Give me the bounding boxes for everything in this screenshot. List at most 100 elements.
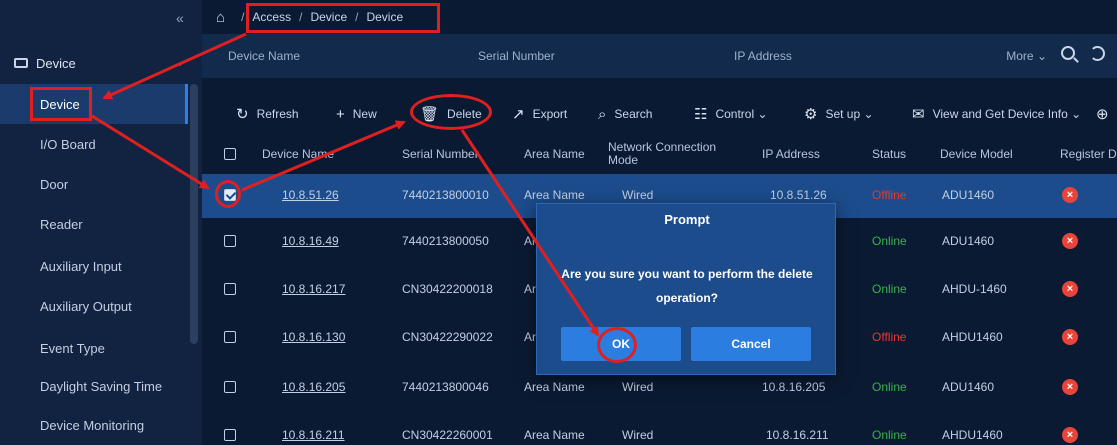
serial-number-cell: CN30422200018 — [402, 282, 493, 296]
status-badge: Online — [872, 428, 907, 442]
column-area-name[interactable]: Area Name — [524, 147, 585, 161]
device-name-filter[interactable]: Device Name — [228, 49, 300, 63]
connection-mode-cell: Wired — [622, 380, 654, 394]
status-badge: Online — [872, 234, 907, 248]
sidebar-group-device[interactable]: Device ⌄ — [0, 48, 202, 78]
row-checkbox[interactable] — [224, 235, 236, 247]
sidebar-item-event-type[interactable]: Event Type — [0, 328, 188, 368]
close-icon[interactable]: × — [1062, 281, 1078, 297]
collapse-sidebar-icon[interactable]: « — [176, 10, 184, 26]
serial-number-cell: 7440213800050 — [402, 234, 489, 248]
view-device-info-dropdown[interactable]: ✉ View and Get Device Info ⌄ — [912, 99, 1081, 129]
device-name-link[interactable]: 10.8.51.26 — [282, 188, 339, 202]
refresh-icon: ↻ — [236, 106, 249, 123]
column-register-device[interactable]: Register D — [1060, 147, 1117, 161]
area-name-cell: Area Name — [524, 380, 585, 394]
refresh-button[interactable]: ↻ Refresh — [236, 99, 299, 129]
device-model-cell: AHDU-1460 — [942, 282, 1007, 296]
area-name-cell: Area Name — [524, 428, 585, 442]
close-icon[interactable]: × — [1062, 233, 1078, 249]
table-row[interactable]: 10.8.16.211 CN30422260001 Area Name Wire… — [202, 414, 1117, 445]
serial-number-filter[interactable]: Serial Number — [478, 49, 555, 63]
column-serial-number[interactable]: Serial Number — [402, 147, 479, 161]
globe-button[interactable]: ⊕ — [1096, 99, 1117, 129]
export-label: Export — [532, 107, 568, 121]
row-checkbox[interactable] — [224, 381, 236, 393]
cancel-button[interactable]: Cancel — [691, 327, 811, 361]
device-name-link[interactable]: 10.8.16.130 — [282, 330, 345, 344]
export-icon: ↗ — [512, 106, 525, 123]
dialog-message: Are you sure you want to perform the del… — [561, 267, 813, 305]
sidebar-item-io-board[interactable]: I/O Board — [0, 124, 188, 164]
toolbar: ↻ Refresh + New 🗑 Delete ↗ Export ⌕ Sear… — [202, 94, 1117, 134]
close-icon[interactable]: × — [1062, 187, 1078, 203]
connection-mode-cell: Wired — [622, 428, 654, 442]
filter-bar: Device Name Serial Number IP Address Mor… — [202, 34, 1117, 78]
home-icon[interactable]: ⌂ — [216, 9, 225, 26]
sidebar-item-daylight-saving-time[interactable]: Daylight Saving Time — [0, 366, 188, 406]
area-name-cell: Ar — [524, 234, 536, 248]
device-icon — [14, 58, 28, 68]
device-model-cell: AHDU1460 — [942, 428, 1003, 442]
area-name-cell: Ar — [524, 282, 536, 296]
sidebar-item-auxiliary-input[interactable]: Auxiliary Input — [0, 246, 188, 286]
control-dropdown[interactable]: ☷ Control ⌄ — [694, 99, 768, 129]
serial-number-cell: 7440213800046 — [402, 380, 489, 394]
device-name-link[interactable]: 10.8.16.217 — [282, 282, 345, 296]
control-icon: ☷ — [694, 106, 708, 123]
device-name-link[interactable]: 10.8.16.49 — [282, 234, 339, 248]
search-icon[interactable] — [1061, 46, 1075, 60]
sidebar-scrollbar[interactable] — [190, 84, 198, 344]
sidebar-item-device-monitoring[interactable]: Device Monitoring — [0, 405, 188, 445]
ip-address-cell: 10.8.16.211 — [766, 428, 829, 442]
control-label: Control ⌄ — [715, 107, 768, 121]
serial-number-cell: CN30422260001 — [402, 428, 493, 442]
chevron-up-icon: ⌄ — [175, 57, 184, 69]
device-model-cell: ADU1460 — [942, 188, 995, 202]
close-icon[interactable]: × — [1062, 379, 1078, 395]
ip-address-filter[interactable]: IP Address — [734, 49, 792, 63]
new-label: New — [352, 107, 377, 121]
status-badge: Online — [872, 380, 907, 394]
row-checkbox[interactable] — [224, 429, 236, 441]
breadcrumb-separator: / — [241, 10, 245, 24]
row-checkbox[interactable] — [224, 331, 236, 343]
column-status[interactable]: Status — [872, 147, 906, 161]
new-button[interactable]: + New — [336, 99, 377, 129]
device-name-link[interactable]: 10.8.16.211 — [282, 428, 345, 442]
device-model-cell: AHDU1460 — [942, 330, 1003, 344]
area-name-cell: Ar — [524, 330, 536, 344]
device-name-link[interactable]: 10.8.16.205 — [282, 380, 345, 394]
search-label: Search — [614, 107, 653, 121]
export-button[interactable]: ↗ Export — [512, 99, 567, 129]
more-filters-button[interactable]: More ⌄ — [1006, 49, 1047, 63]
sidebar: « Device ⌄ Device I/O Board Door Reader … — [0, 0, 202, 445]
column-device-model[interactable]: Device Model — [940, 147, 1013, 161]
sidebar-item-auxiliary-output[interactable]: Auxiliary Output — [0, 286, 188, 326]
column-ip-address[interactable]: IP Address — [762, 147, 820, 161]
close-icon[interactable]: × — [1062, 329, 1078, 345]
close-icon[interactable]: × — [1062, 427, 1078, 443]
setup-dropdown[interactable]: ⚙ Set up ⌄ — [804, 99, 874, 129]
device-info-icon: ✉ — [912, 106, 925, 123]
ok-button-highlight — [597, 327, 637, 363]
sidebar-item-device[interactable]: Device — [0, 84, 188, 124]
column-device-name[interactable]: Device Name — [262, 147, 334, 161]
globe-icon: ⊕ — [1096, 106, 1109, 123]
search-button[interactable]: ⌕ Search — [598, 99, 652, 129]
column-network-connection-mode[interactable]: Network Connection Mode — [608, 141, 718, 167]
dialog-title: Prompt — [664, 212, 710, 227]
status-badge: Online — [872, 282, 907, 296]
select-all-checkbox[interactable] — [224, 148, 236, 160]
breadcrumb-highlight — [246, 3, 440, 33]
sidebar-device-highlight — [30, 87, 92, 121]
row-checkbox[interactable] — [224, 283, 236, 295]
sidebar-item-reader[interactable]: Reader — [0, 204, 188, 244]
setup-label: Set up ⌄ — [825, 107, 874, 121]
serial-number-cell: CN30422290022 — [402, 330, 493, 344]
sidebar-item-door[interactable]: Door — [0, 164, 188, 204]
refresh-label: Refresh — [256, 107, 299, 121]
reset-icon[interactable] — [1090, 46, 1105, 61]
search-icon: ⌕ — [598, 105, 607, 123]
delete-button-highlight — [410, 94, 492, 130]
